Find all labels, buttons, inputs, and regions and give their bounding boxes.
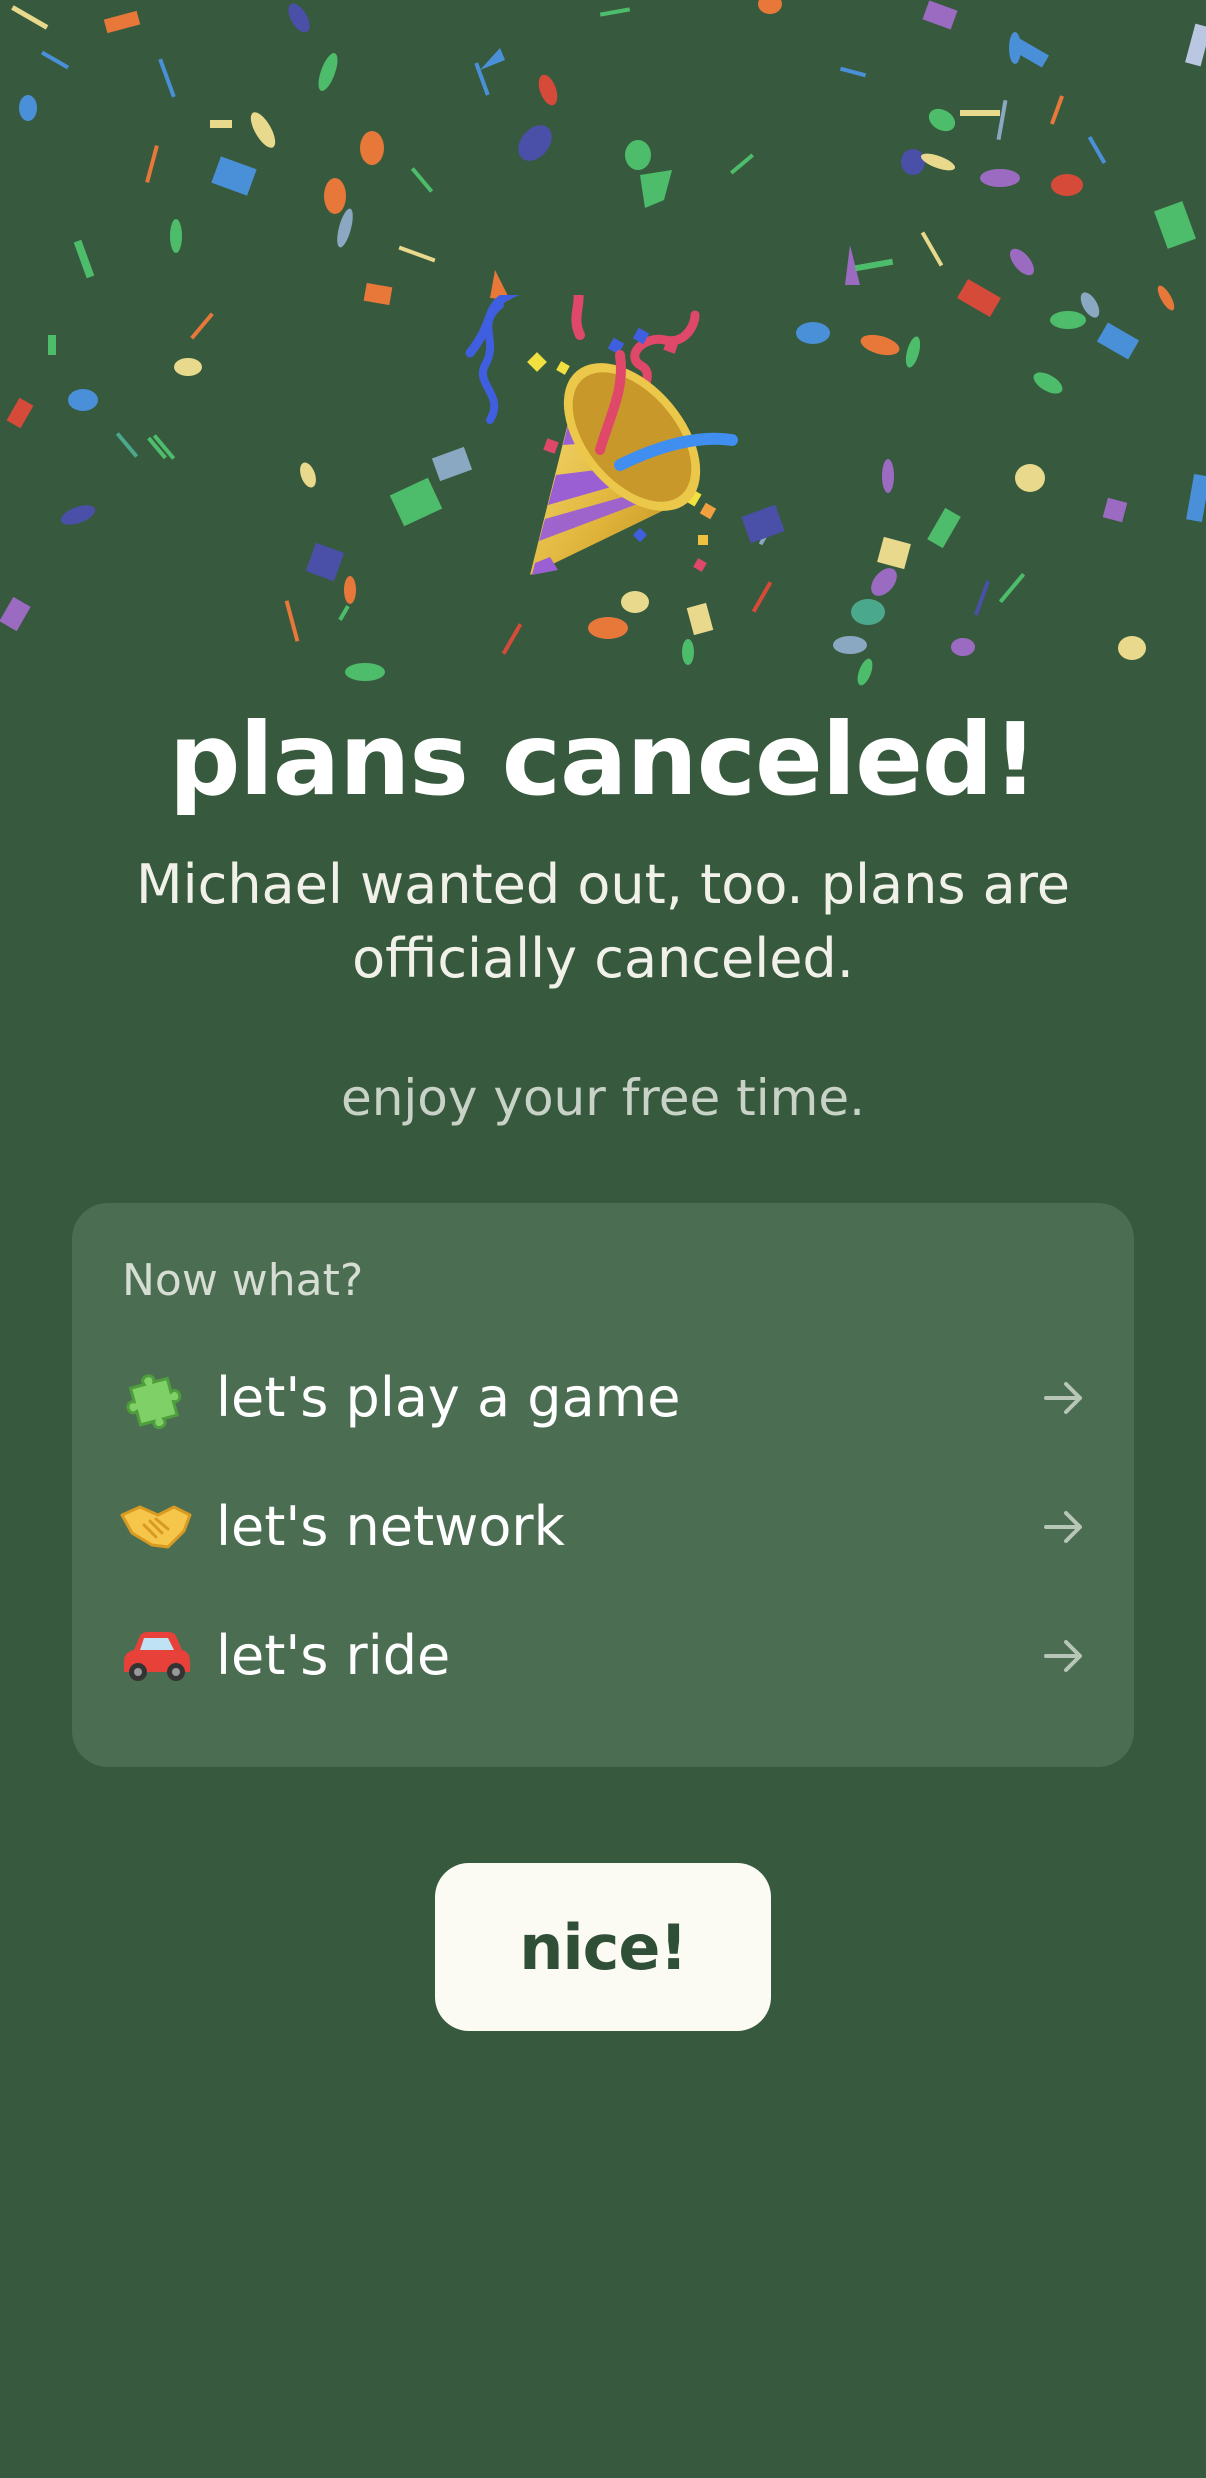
page-title: plans canceled! [168,701,1038,818]
puzzle-piece-icon [114,1356,198,1440]
status-message: Michael wanted out, too. plans are offic… [136,853,1070,990]
arrow-right-icon [1034,1497,1094,1557]
option-play-game[interactable]: let's play a game [114,1343,1104,1453]
option-ride[interactable]: let's ride [114,1601,1104,1711]
arrow-right-icon [1034,1626,1094,1686]
option-label: let's ride [216,1624,451,1687]
nice-button[interactable]: nice! [435,1863,771,2031]
card-heading: Now what? [122,1255,364,1306]
car-icon [114,1614,198,1698]
handshake-icon [114,1485,198,1569]
option-network[interactable]: let's network [114,1472,1104,1582]
next-steps-card: Now what? let's play a game let's networ… [72,1203,1134,1767]
party-popper-icon [465,295,738,575]
option-label: let's play a game [216,1366,681,1429]
tagline: enjoy your free time. [340,1069,866,1127]
arrow-right-icon [1034,1368,1094,1428]
option-label: let's network [216,1495,565,1558]
plans-canceled-screen: plans canceled! Michael wanted out, too.… [0,0,1206,2478]
